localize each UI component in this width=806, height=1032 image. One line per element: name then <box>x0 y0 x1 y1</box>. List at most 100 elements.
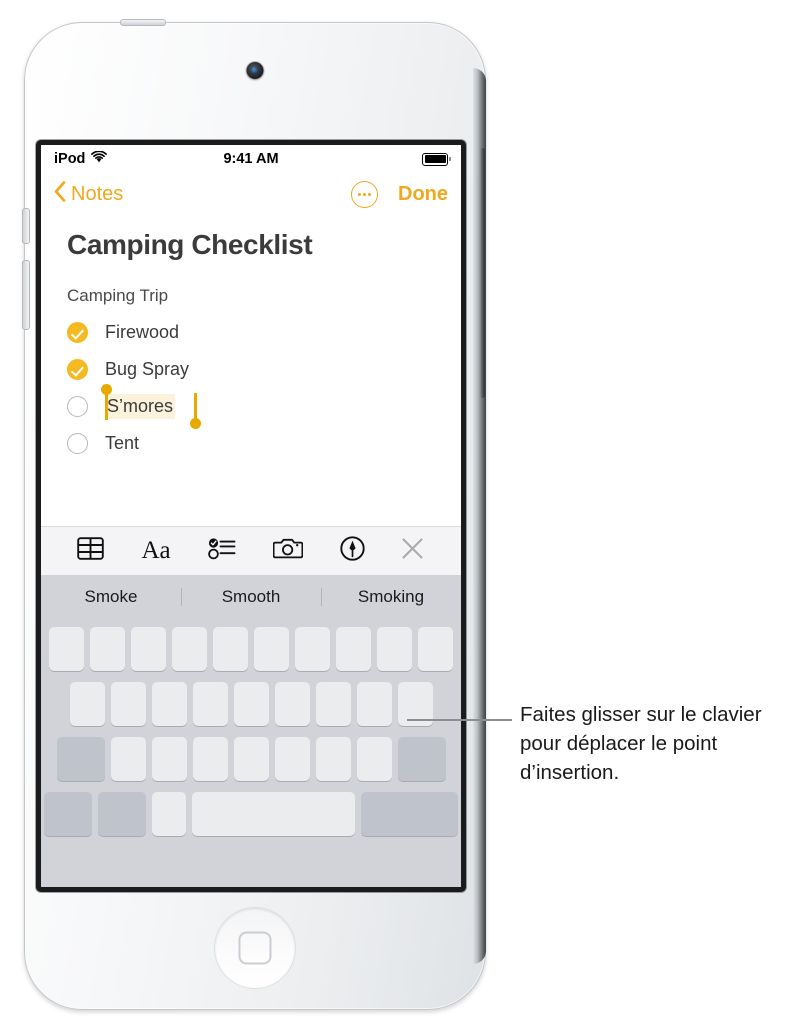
volume-down-button[interactable] <box>22 260 30 330</box>
keyboard-key[interactable] <box>418 627 453 671</box>
ellipsis-dot <box>363 192 366 196</box>
keyboard-key[interactable] <box>192 737 228 781</box>
on-screen-keyboard[interactable] <box>41 619 461 887</box>
back-to-notes-button[interactable]: Notes <box>54 180 124 208</box>
keyboard-key[interactable] <box>295 627 330 671</box>
checklist-item[interactable]: Bug Spray <box>67 351 448 388</box>
keyboard-key[interactable] <box>110 682 146 726</box>
text-format-icon: Aa <box>141 537 171 564</box>
keyboard-key[interactable] <box>315 682 351 726</box>
checklist-item-label: S’mores <box>105 394 176 419</box>
suggestion-item[interactable]: Smooth <box>181 587 321 607</box>
return-key[interactable] <box>360 792 458 836</box>
autocorrect-suggestion-bar: Smoke Smooth Smoking <box>41 575 461 619</box>
ipod-touch-device: iPod 9:41 AM Notes Done Camping Checklis… <box>22 19 486 1010</box>
chevron-left-icon <box>54 180 66 208</box>
navigation-bar-right: Done <box>351 180 448 208</box>
front-camera-icon <box>246 62 264 79</box>
note-title: Camping Checklist <box>67 229 313 260</box>
insert-table-button[interactable] <box>77 537 105 565</box>
keyboard-row-1 <box>44 627 458 671</box>
checklist-item-label: Firewood <box>105 322 180 342</box>
checklist-item[interactable]: Firewood <box>67 314 448 351</box>
table-icon <box>77 537 105 565</box>
keyboard-key[interactable] <box>151 737 187 781</box>
format-toolbar: Aa <box>41 526 461 575</box>
checklist-item-selected[interactable]: S’mores <box>67 384 448 429</box>
home-button[interactable] <box>215 908 295 988</box>
note-subtitle: Camping Trip <box>67 286 169 305</box>
note-content[interactable]: Camping Checklist Camping Trip Firewood … <box>41 215 461 462</box>
checkbox-checked-icon[interactable] <box>67 359 88 380</box>
selection-start-bar[interactable] <box>105 393 108 420</box>
close-icon <box>401 537 424 565</box>
keyboard-key[interactable] <box>69 682 105 726</box>
keyboard-key[interactable] <box>315 737 351 781</box>
screen-bezel: iPod 9:41 AM Notes Done Camping Checklis… <box>36 140 466 892</box>
back-label: Notes <box>71 182 124 205</box>
status-bar: iPod 9:41 AM <box>41 145 461 173</box>
keyboard-row-2 <box>44 682 458 726</box>
home-square-icon <box>238 931 272 965</box>
keyboard-key[interactable] <box>233 682 269 726</box>
keyboard-key[interactable] <box>151 682 187 726</box>
battery-full-icon <box>422 152 451 166</box>
selection-start-handle[interactable] <box>101 384 112 395</box>
device-right-edge <box>473 68 486 964</box>
text-format-button[interactable]: Aa <box>141 537 170 565</box>
selection-end-handle[interactable] <box>190 418 201 429</box>
dictation-key[interactable] <box>151 792 187 836</box>
keyboard-key[interactable] <box>233 737 269 781</box>
space-key[interactable] <box>192 792 355 836</box>
status-bar-left: iPod <box>54 150 108 167</box>
checklist-item-label: Bug Spray <box>105 359 190 379</box>
camera-button[interactable] <box>272 537 303 565</box>
delete-key[interactable] <box>397 737 446 781</box>
camera-icon <box>272 537 303 565</box>
keyboard-key[interactable] <box>377 627 412 671</box>
checklist-icon <box>207 537 236 565</box>
numbers-key[interactable] <box>44 792 92 836</box>
keyboard-key[interactable] <box>254 627 289 671</box>
ellipsis-circle-icon[interactable] <box>351 180 378 208</box>
keyboard-key[interactable] <box>172 627 207 671</box>
keyboard-key[interactable] <box>213 627 248 671</box>
navigation-bar: Notes Done <box>41 173 461 215</box>
keyboard-row-3 <box>44 737 458 781</box>
device-edge-highlight <box>480 148 485 398</box>
checklist-item[interactable]: Tent <box>67 425 448 462</box>
ellipsis-dot <box>368 192 372 196</box>
checklist: Firewood Bug Spray S’mores Tent <box>67 314 448 462</box>
markup-pen-icon <box>339 536 365 566</box>
keyboard-key[interactable] <box>192 682 228 726</box>
checklist-button[interactable] <box>207 537 236 565</box>
keyboard-key[interactable] <box>356 682 392 726</box>
keyboard-key[interactable] <box>274 737 310 781</box>
carrier-label: iPod <box>54 151 86 167</box>
selection-end-bar[interactable] <box>194 393 197 420</box>
keyboard-key[interactable] <box>274 682 310 726</box>
keyboard-key[interactable] <box>131 627 166 671</box>
emoji-key[interactable] <box>97 792 146 836</box>
done-button[interactable]: Done <box>398 183 448 206</box>
keyboard-key[interactable] <box>90 627 125 671</box>
keyboard-key[interactable] <box>356 737 392 781</box>
checklist-item-label: Tent <box>105 433 140 453</box>
wifi-icon <box>91 150 108 167</box>
battery-fill <box>424 155 446 163</box>
callout-text: Faites glisser sur le clavier pour dépla… <box>520 703 762 785</box>
screen: iPod 9:41 AM Notes Done Camping Checklis… <box>41 145 461 887</box>
keyboard-key[interactable] <box>110 737 146 781</box>
checkbox-unchecked-icon[interactable] <box>67 433 88 454</box>
volume-up-button[interactable] <box>22 208 30 244</box>
keyboard-key[interactable] <box>49 627 84 671</box>
markup-button[interactable] <box>339 536 365 566</box>
suggestion-item[interactable]: Smoke <box>41 587 181 607</box>
checkbox-unchecked-icon[interactable] <box>67 396 88 417</box>
close-toolbar-button[interactable] <box>401 537 424 565</box>
power-button[interactable] <box>120 19 166 26</box>
shift-key[interactable] <box>56 737 105 781</box>
keyboard-key[interactable] <box>336 627 371 671</box>
suggestion-item[interactable]: Smoking <box>321 587 461 607</box>
checkbox-checked-icon[interactable] <box>67 322 88 343</box>
